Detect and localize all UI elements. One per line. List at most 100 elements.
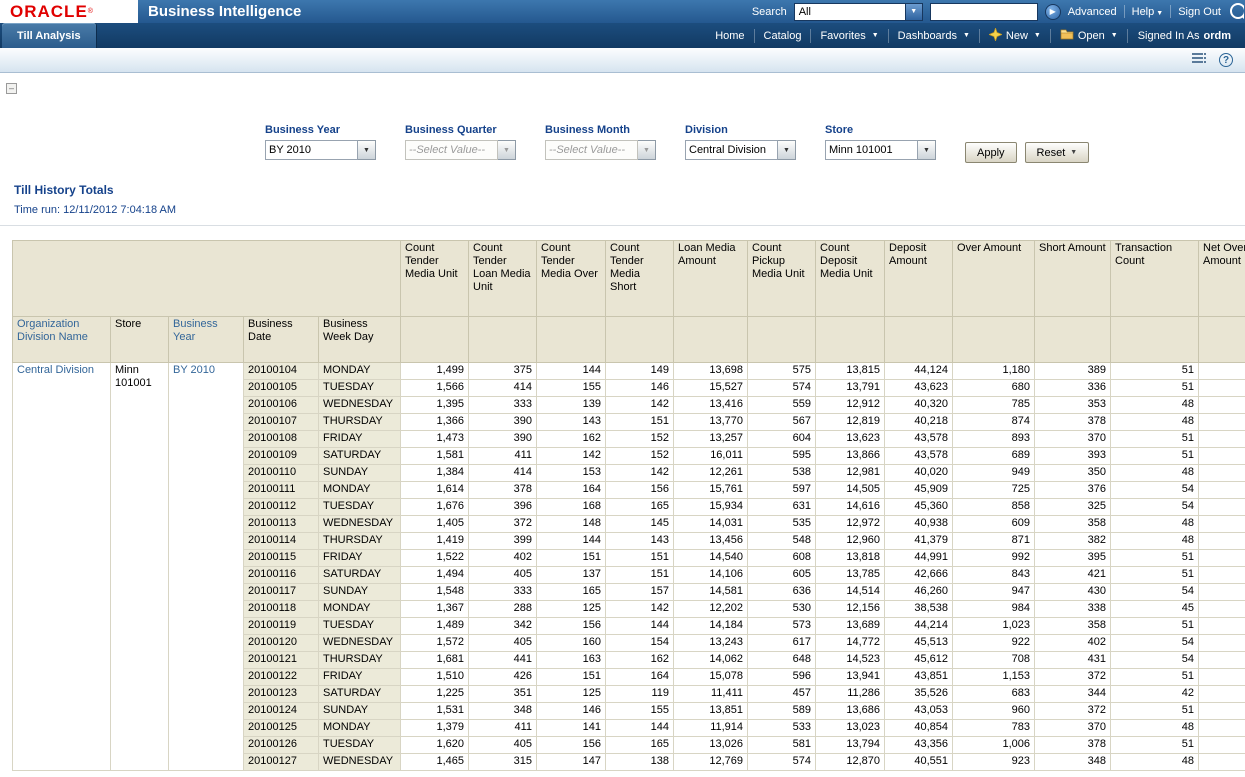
column-header-business-year[interactable]: Business Year xyxy=(169,317,244,363)
tab-till-analysis[interactable]: Till Analysis xyxy=(2,23,97,48)
username: ordm xyxy=(1204,30,1232,42)
column-header[interactable]: Count Tender Media Unit xyxy=(401,241,469,317)
cell-value xyxy=(1199,567,1245,584)
chevron-down-icon: ▼ xyxy=(963,32,970,39)
cell-value: 154 xyxy=(606,635,674,652)
cell-value: 141 xyxy=(537,720,606,737)
cell-value: 147 xyxy=(537,754,606,771)
cell-value: 351 xyxy=(469,686,537,703)
help-menu[interactable]: Help▼ xyxy=(1132,6,1164,18)
nav-dashboards[interactable]: Dashboards▼ xyxy=(889,23,979,48)
reset-button[interactable]: Reset▼ xyxy=(1025,142,1090,163)
cell-value: 51 xyxy=(1111,448,1199,465)
cell-value: 13,257 xyxy=(674,431,748,448)
cell-value: 48 xyxy=(1111,516,1199,533)
cell-value: 48 xyxy=(1111,754,1199,771)
column-header-business-date[interactable]: Business Date xyxy=(244,317,319,363)
division-combo[interactable]: Central Division ▼ xyxy=(685,140,796,160)
cell-value: 145 xyxy=(606,516,674,533)
search-go-button[interactable]: ▶ xyxy=(1045,4,1061,20)
chevron-down-icon: ▼ xyxy=(1070,149,1077,156)
apply-button[interactable]: Apply xyxy=(965,142,1017,163)
cell-week-day: SUNDAY xyxy=(319,465,401,482)
cell-value: 48 xyxy=(1111,397,1199,414)
chevron-down-icon[interactable]: ▼ xyxy=(778,140,796,160)
column-header[interactable]: Deposit Amount xyxy=(885,241,953,317)
column-header[interactable]: Count Pickup Media Unit xyxy=(748,241,816,317)
cell-value: 574 xyxy=(748,380,816,397)
nav-open[interactable]: Open▼ xyxy=(1051,23,1127,48)
business-year-combo[interactable]: BY 2010 ▼ xyxy=(265,140,376,160)
cell-value: 375 xyxy=(469,363,537,380)
cell-value: 325 xyxy=(1035,499,1111,516)
cell-value: 1,566 xyxy=(401,380,469,397)
cell-value: 785 xyxy=(953,397,1035,414)
cell-value: 11,286 xyxy=(816,686,885,703)
cell-week-day: FRIDAY xyxy=(319,431,401,448)
cell-business-date: 20100111 xyxy=(244,482,319,499)
cell-value: 51 xyxy=(1111,380,1199,397)
cell-value: 1,620 xyxy=(401,737,469,754)
cell-value: 13,026 xyxy=(674,737,748,754)
column-header[interactable]: Over Amount xyxy=(953,241,1035,317)
cell-year-value[interactable]: BY 2010 xyxy=(169,363,244,771)
cell-value: 783 xyxy=(953,720,1035,737)
cell-value: 48 xyxy=(1111,465,1199,482)
cell-value: 48 xyxy=(1111,533,1199,550)
column-header[interactable]: Count Tender Loan Media Unit xyxy=(469,241,537,317)
cell-value: 12,870 xyxy=(816,754,885,771)
cell-week-day: SUNDAY xyxy=(319,703,401,720)
column-header[interactable]: Transaction Count xyxy=(1111,241,1199,317)
search-scope-value[interactable]: All xyxy=(794,3,906,21)
cell-value: 40,320 xyxy=(885,397,953,414)
nav-new[interactable]: New▼ xyxy=(980,23,1050,48)
cell-value: 14,540 xyxy=(674,550,748,567)
chevron-down-icon[interactable]: ▼ xyxy=(918,140,936,160)
cell-value: 16,011 xyxy=(674,448,748,465)
cell-value: 315 xyxy=(469,754,537,771)
cell-value: 725 xyxy=(953,482,1035,499)
cell-value: 431 xyxy=(1035,652,1111,669)
nav-favorites[interactable]: Favorites▼ xyxy=(811,23,887,48)
cell-value: 44,124 xyxy=(885,363,953,380)
cell-week-day: TUESDAY xyxy=(319,737,401,754)
collapse-section-icon[interactable]: – xyxy=(6,83,17,94)
cell-value: 46,260 xyxy=(885,584,953,601)
advanced-link[interactable]: Advanced xyxy=(1068,6,1117,18)
column-header[interactable]: Loan Media Amount xyxy=(674,241,748,317)
search-input[interactable] xyxy=(930,3,1038,21)
cell-business-date: 20100106 xyxy=(244,397,319,414)
chevron-down-icon[interactable]: ▼ xyxy=(358,140,376,160)
cell-value: 1,006 xyxy=(953,737,1035,754)
cell-value: 843 xyxy=(953,567,1035,584)
column-header-store[interactable]: Store xyxy=(111,317,169,363)
cell-value xyxy=(1199,584,1245,601)
column-header-business-week-day[interactable]: Business Week Day xyxy=(319,317,401,363)
cell-value: 45,360 xyxy=(885,499,953,516)
page-options-icon[interactable] xyxy=(1192,52,1207,68)
nav-home[interactable]: Home xyxy=(706,23,753,48)
cell-value: 350 xyxy=(1035,465,1111,482)
combo-value[interactable]: Minn 101001 xyxy=(825,140,918,160)
cell-value: 54 xyxy=(1111,635,1199,652)
cell-value: 40,938 xyxy=(885,516,953,533)
help-icon[interactable]: ? xyxy=(1219,53,1233,67)
column-header[interactable]: Count Tender Media Short xyxy=(606,241,674,317)
combo-value[interactable]: Central Division xyxy=(685,140,778,160)
column-header[interactable]: Net Over Short Amount xyxy=(1199,241,1245,317)
filter-store: Store Minn 101001 ▼ xyxy=(825,124,936,160)
cell-division-value[interactable]: Central Division xyxy=(13,363,111,771)
column-header[interactable]: Count Deposit Media Unit xyxy=(816,241,885,317)
sign-out-link[interactable]: Sign Out xyxy=(1178,6,1221,18)
column-header-organization-division-name[interactable]: Organization Division Name xyxy=(13,317,111,363)
nav-catalog[interactable]: Catalog xyxy=(755,23,811,48)
column-header[interactable]: Count Tender Media Over xyxy=(537,241,606,317)
cell-value: 402 xyxy=(469,550,537,567)
cell-value: 162 xyxy=(537,431,606,448)
combo-value[interactable]: BY 2010 xyxy=(265,140,358,160)
column-header[interactable]: Short Amount xyxy=(1035,241,1111,317)
store-combo[interactable]: Minn 101001 ▼ xyxy=(825,140,936,160)
chevron-down-icon[interactable]: ▼ xyxy=(906,3,923,21)
search-scope-dropdown[interactable]: All ▼ xyxy=(794,3,923,21)
cell-value: 15,761 xyxy=(674,482,748,499)
